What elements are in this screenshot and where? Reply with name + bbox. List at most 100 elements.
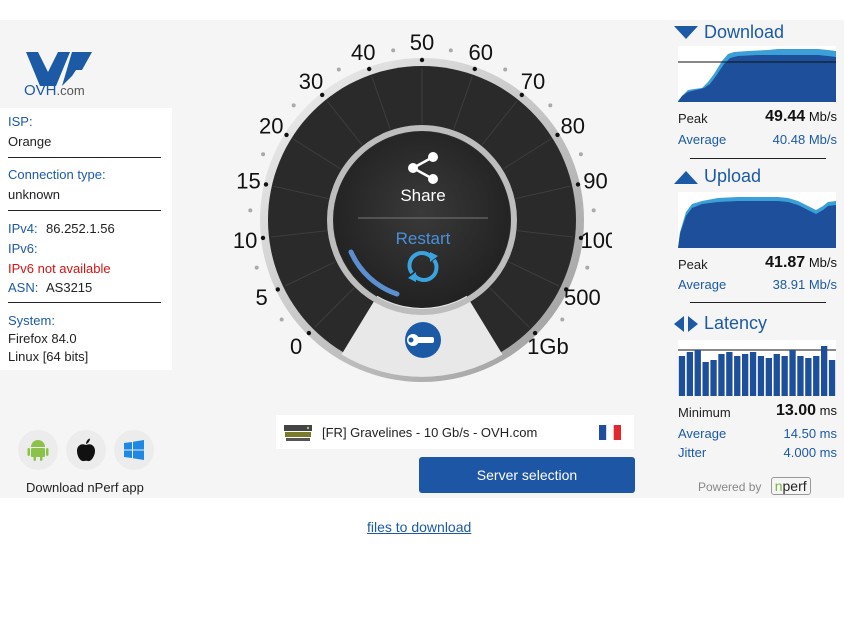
upload-peak-label: Peak xyxy=(678,257,708,272)
latency-bar xyxy=(797,356,804,396)
os-value: Linux [64 bits] xyxy=(8,349,89,364)
gauge-tick-label: 30 xyxy=(299,69,323,94)
latency-bars xyxy=(678,346,836,396)
apple-icon xyxy=(77,438,95,462)
latency-bar xyxy=(694,350,701,396)
gauge-tick-label: 100 xyxy=(581,228,612,253)
latency-graph xyxy=(678,340,836,396)
france-flag-icon xyxy=(599,425,621,440)
isp-value: Orange xyxy=(8,134,52,149)
android-app-button[interactable] xyxy=(18,430,58,470)
divider xyxy=(690,302,826,303)
ipv4-label: IPv4: xyxy=(8,221,38,236)
gauge-tick-label: 10 xyxy=(233,228,257,253)
android-icon xyxy=(27,440,49,461)
latency-icon xyxy=(674,315,698,332)
ipv6-value: IPv6 not available xyxy=(8,261,111,276)
gauge-minor-dot xyxy=(503,67,508,72)
gauge-tick-marker xyxy=(575,182,581,187)
gauge-tick-label: 500 xyxy=(564,285,601,310)
files-to-download-link[interactable]: files to download xyxy=(367,519,471,535)
gauge-minor-dot xyxy=(391,48,396,53)
download-average-label: Average xyxy=(678,132,727,147)
gauge-minor-dot xyxy=(291,103,296,108)
gauge-minor-dot xyxy=(560,317,565,322)
server-selection-button[interactable]: Server selection xyxy=(419,457,635,493)
gauge-tick-label: 5 xyxy=(255,285,267,310)
share-label[interactable]: Share xyxy=(400,186,445,205)
latency-bar xyxy=(765,358,772,396)
download-triangle-icon xyxy=(674,25,698,39)
powered-by[interactable]: Powered by nnperfperf xyxy=(698,477,811,495)
latency-bar xyxy=(749,352,757,396)
latency-minimum-label: Minimum xyxy=(678,405,731,420)
upload-title: Upload xyxy=(674,166,761,187)
latency-bar xyxy=(726,352,733,396)
gauge-minor-dot xyxy=(279,317,284,322)
gauge-tick-label: 0 xyxy=(290,334,302,359)
latency-title: Latency xyxy=(674,313,767,334)
gauge-tick-marker xyxy=(263,182,269,187)
logo-wordmark: OVH.com xyxy=(24,82,85,99)
latency-bar xyxy=(789,350,796,396)
ipv6-label: IPv6: xyxy=(8,241,38,256)
latency-bar xyxy=(686,352,693,396)
windows-app-button[interactable] xyxy=(114,430,154,470)
latency-bar xyxy=(742,354,749,396)
divider xyxy=(8,302,161,303)
download-title: Download xyxy=(674,22,784,43)
restart-label[interactable]: Restart xyxy=(396,229,451,248)
latency-bar xyxy=(813,356,820,396)
gauge-minor-dot xyxy=(448,48,453,53)
latency-bar xyxy=(678,356,686,396)
gauge-tick-label: 70 xyxy=(521,69,545,94)
download-graph xyxy=(678,46,836,102)
gauge-tick-marker xyxy=(419,57,425,63)
gauge-tick-marker xyxy=(275,287,280,292)
gauge-tick-marker xyxy=(555,132,560,138)
download-peak-value: 49.44 Mb/s xyxy=(765,108,837,125)
gauge-minor-dot xyxy=(591,208,596,213)
gauge-tick-label: 60 xyxy=(469,40,493,65)
isp-label: ISP: xyxy=(8,114,33,129)
server-label: [FR] Gravelines - 10 Gb/s - OVH.com xyxy=(322,425,538,440)
settings-wrench-icon[interactable] xyxy=(405,322,441,358)
server-info-bar[interactable]: [FR] Gravelines - 10 Gb/s - OVH.com xyxy=(276,415,634,449)
latency-bar xyxy=(757,356,765,396)
latency-minimum-value: 13.00 ms xyxy=(775,402,837,419)
upload-triangle-icon xyxy=(674,170,698,184)
latency-average-label: Average xyxy=(678,426,727,441)
latency-bar xyxy=(781,356,788,396)
gauge-minor-dot xyxy=(548,103,553,108)
browser-value: Firefox 84.0 xyxy=(8,331,77,346)
gauge-tick-marker xyxy=(472,66,477,72)
latency-bar xyxy=(710,360,717,396)
apple-app-button[interactable] xyxy=(66,430,106,470)
latency-bar xyxy=(702,362,709,396)
divider xyxy=(690,158,826,159)
upload-average-value: 38.91 Mb/s xyxy=(772,277,837,292)
gauge-minor-dot xyxy=(578,152,583,157)
latency-jitter-label: Jitter xyxy=(678,445,707,460)
latency-jitter-value: 4.000 ms xyxy=(783,445,837,460)
gauge-tick-marker xyxy=(284,132,289,138)
asn-value: AS3215 xyxy=(46,280,93,295)
gauge-tick-label: 1Gb xyxy=(527,334,569,359)
gauge-tick-label: 15 xyxy=(236,168,260,193)
connection-type-value: unknown xyxy=(8,187,61,202)
upload-peak-value: 41.87 Mb/s xyxy=(765,254,837,271)
ipv4-value: 86.252.1.56 xyxy=(46,221,115,236)
download-app-label: Download nPerf app xyxy=(26,480,144,495)
download-average-value: 40.48 Mb/s xyxy=(772,132,837,147)
gauge-tick-label: 20 xyxy=(259,113,283,138)
latency-bar xyxy=(805,358,812,396)
latency-bar xyxy=(828,360,836,396)
gauge-tick-label: 50 xyxy=(410,30,434,55)
gauge-minor-dot xyxy=(336,67,341,72)
gauge-minor-dot xyxy=(248,208,253,213)
latency-bar xyxy=(821,346,828,396)
gauge-tick-label: 90 xyxy=(583,168,607,193)
latency-bar xyxy=(734,356,741,396)
upload-average-label: Average xyxy=(678,277,727,292)
gauge-tick-label: 40 xyxy=(351,40,375,65)
